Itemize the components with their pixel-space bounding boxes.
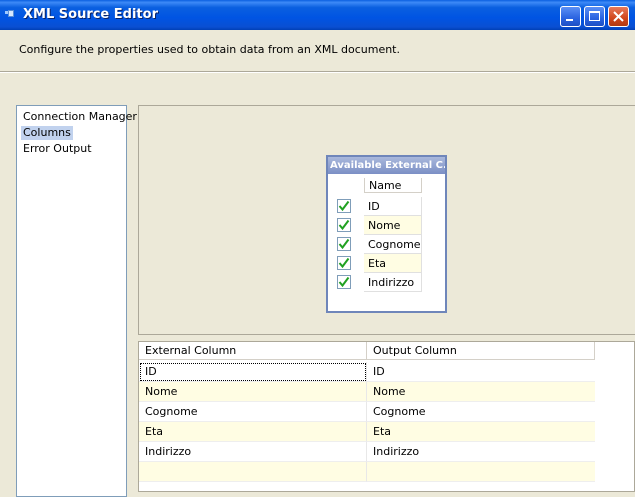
page-navigation: Connection Manager Columns Error Output xyxy=(16,105,137,497)
column-checkbox-id[interactable] xyxy=(337,199,351,213)
checkmark-icon xyxy=(338,219,350,231)
columns-design-surface: Available External C... Name ID Nome Cog… xyxy=(138,105,635,335)
column-label: Nome xyxy=(364,216,422,235)
available-column-row: Eta xyxy=(328,254,445,273)
output-column-cell[interactable]: Indirizzo xyxy=(367,442,595,462)
table-row[interactable]: Nome Nome xyxy=(139,382,595,402)
available-columns-name-header: Name xyxy=(364,178,422,193)
minimize-button[interactable] xyxy=(560,6,581,27)
window-title: XML Source Editor xyxy=(23,7,158,22)
description-text: Configure the properties used to obtain … xyxy=(19,43,400,56)
table-row[interactable]: Indirizzo Indirizzo xyxy=(139,442,595,462)
output-column-cell[interactable] xyxy=(367,462,595,482)
table-row[interactable]: ID ID xyxy=(139,362,595,382)
nav-item-columns[interactable]: Columns xyxy=(21,126,73,140)
grid-header-external-column[interactable]: External Column xyxy=(139,342,367,360)
available-column-row: Nome xyxy=(328,216,445,235)
table-row[interactable]: Cognome Cognome xyxy=(139,402,595,422)
header-divider xyxy=(0,71,635,73)
column-checkbox-cognome[interactable] xyxy=(337,237,351,251)
available-external-columns-box[interactable]: Available External C... Name ID Nome Cog… xyxy=(326,155,447,313)
checkmark-icon xyxy=(338,200,350,212)
maximize-button[interactable] xyxy=(584,6,605,27)
column-mapping-grid: External Column Output Column ID ID Nome… xyxy=(138,341,635,492)
output-column-cell[interactable]: Nome xyxy=(367,382,595,402)
external-column-cell[interactable]: Nome xyxy=(139,382,367,402)
available-columns-title: Available External C... xyxy=(328,157,445,174)
external-column-cell[interactable]: Cognome xyxy=(139,402,367,422)
checkmark-icon xyxy=(338,257,350,269)
column-checkbox-nome[interactable] xyxy=(337,218,351,232)
output-column-cell[interactable]: Cognome xyxy=(367,402,595,422)
checkmark-icon xyxy=(338,276,350,288)
title-bar[interactable]: XML Source Editor xyxy=(0,0,635,30)
column-label: Eta xyxy=(364,254,422,273)
external-column-cell[interactable]: ID xyxy=(139,362,367,382)
column-label: Cognome xyxy=(364,235,422,254)
external-column-cell[interactable]: Indirizzo xyxy=(139,442,367,462)
external-column-cell[interactable] xyxy=(139,462,367,482)
minimize-icon xyxy=(566,19,573,21)
column-label: Indirizzo xyxy=(364,273,422,292)
column-label: ID xyxy=(364,197,422,216)
close-button[interactable] xyxy=(608,6,629,27)
nav-item-connection-manager[interactable]: Connection Manager xyxy=(23,110,137,124)
available-column-row: Indirizzo xyxy=(328,273,445,292)
table-row-new[interactable] xyxy=(139,462,595,482)
app-icon xyxy=(5,10,14,18)
column-checkbox-indirizzo[interactable] xyxy=(337,275,351,289)
table-row[interactable]: Eta Eta xyxy=(139,422,595,442)
output-column-cell[interactable]: ID xyxy=(367,362,595,382)
checkmark-icon xyxy=(338,238,350,250)
maximize-icon xyxy=(589,11,600,21)
available-column-row: Cognome xyxy=(328,235,445,254)
column-checkbox-eta[interactable] xyxy=(337,256,351,270)
close-icon xyxy=(613,11,624,22)
nav-item-error-output[interactable]: Error Output xyxy=(23,142,92,156)
available-column-row: ID xyxy=(328,197,445,216)
external-column-cell[interactable]: Eta xyxy=(139,422,367,442)
grid-header-output-column[interactable]: Output Column xyxy=(367,342,595,360)
output-column-cell[interactable]: Eta xyxy=(367,422,595,442)
